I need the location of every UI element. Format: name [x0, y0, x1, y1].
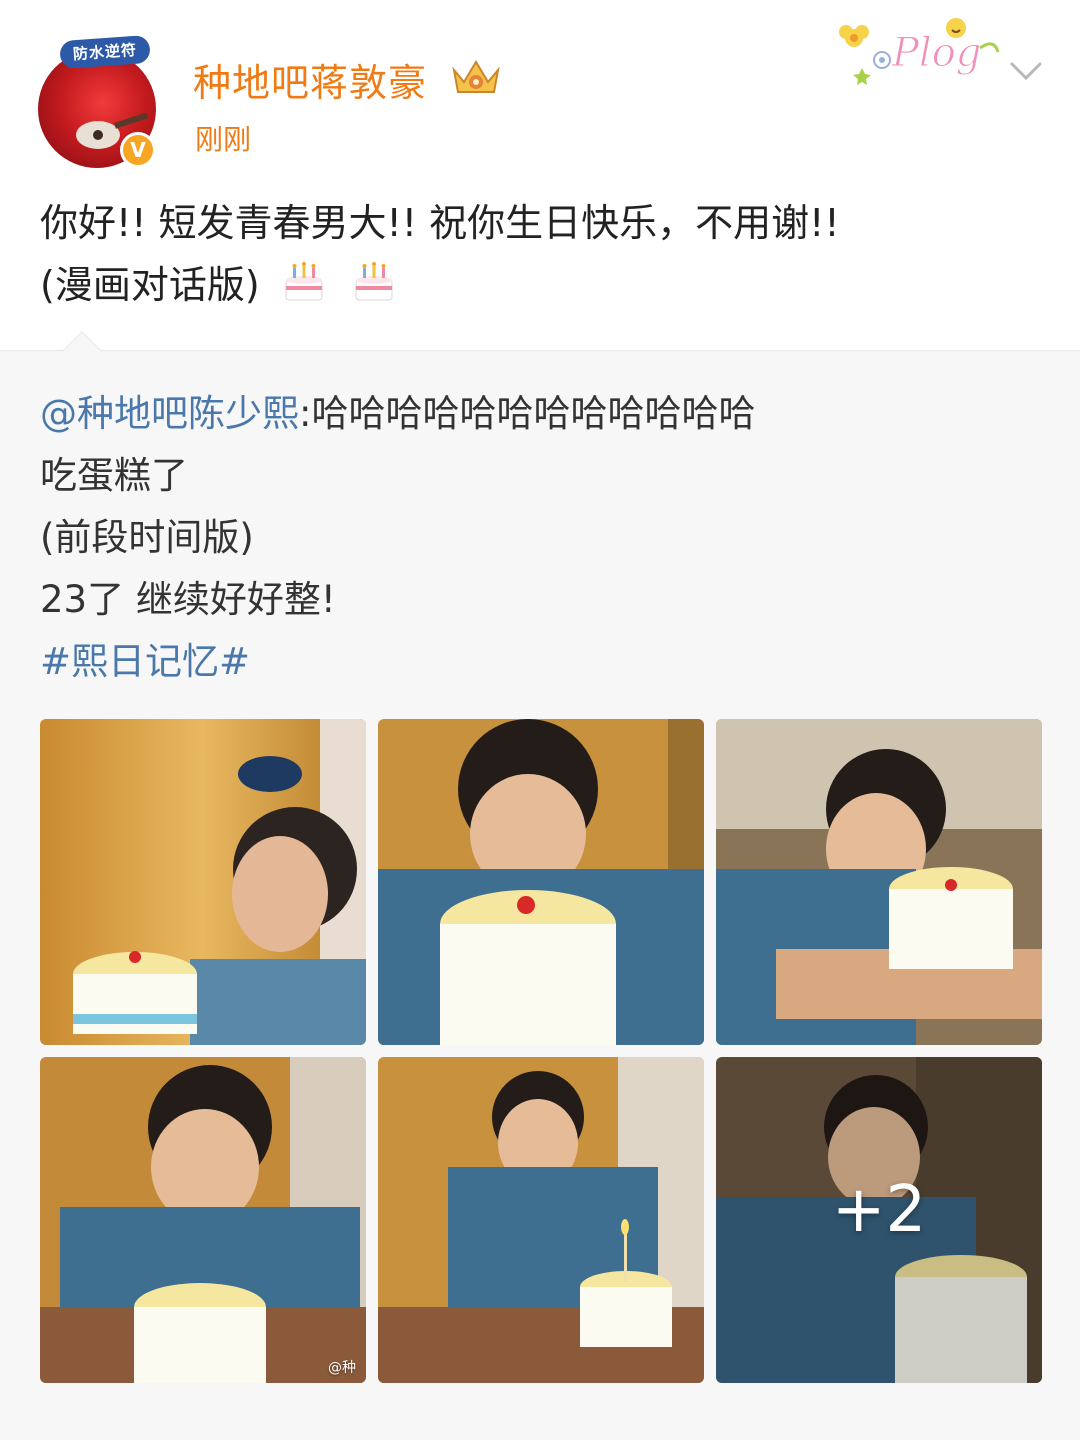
verified-icon: V	[120, 132, 156, 168]
plog-sticker-icon: Plog	[839, 18, 1000, 85]
hashtag-link[interactable]: #熙日记忆#	[40, 631, 1050, 693]
crown-icon[interactable]	[450, 56, 502, 98]
photo-6[interactable]: +2	[716, 1057, 1042, 1383]
more-photos-count[interactable]: +2	[716, 1057, 1042, 1383]
repost-line4: 23了 继续好好整!	[40, 578, 336, 621]
photo-grid: @种 +2	[40, 719, 1042, 1385]
repost-line3: (前段时间版)	[40, 516, 254, 559]
post-text-line2-row: (漫画对话版)	[40, 254, 1050, 316]
repost-block[interactable]: @种地吧陈少熙:哈哈哈哈哈哈哈哈哈哈哈哈 吃蛋糕了 (前段时间版) 23了 继续…	[0, 331, 1080, 1440]
photo-watermark: @种	[328, 1360, 356, 1376]
post-content: 你好!! 短发青春男大!! 祝你生日快乐，不用谢!! (漫画对话版)	[40, 192, 1050, 316]
chevron-down-icon[interactable]	[1006, 56, 1046, 86]
repost-content: @种地吧陈少熙:哈哈哈哈哈哈哈哈哈哈哈哈 吃蛋糕了 (前段时间版) 23了 继续…	[40, 383, 1050, 693]
post-text-line2: (漫画对话版)	[40, 263, 260, 307]
repost-line1: @种地吧陈少熙:哈哈哈哈哈哈哈哈哈哈哈哈	[40, 383, 1050, 445]
photo-2[interactable]	[378, 719, 704, 1045]
repost-line2: 吃蛋糕了	[40, 454, 188, 497]
mention-link[interactable]: @种地吧陈少熙	[40, 392, 299, 435]
photo-5[interactable]	[378, 1057, 704, 1383]
cake-emoji-icon	[355, 262, 393, 301]
photo-4[interactable]: @种	[40, 1057, 366, 1383]
repost-line1-text: :哈哈哈哈哈哈哈哈哈哈哈哈	[299, 392, 756, 435]
photo-1[interactable]	[40, 719, 366, 1045]
cake-emoji-icon	[285, 262, 323, 301]
avatar[interactable]: 防水逆符 V	[38, 34, 158, 168]
weibo-post: 防水逆符 V 种地吧蒋敦豪 刚刚 Plog 你好!! 短发青春男大!! 祝你生日…	[0, 0, 1080, 350]
photo-3[interactable]	[716, 719, 1042, 1045]
post-text-line1: 你好!! 短发青春男大!! 祝你生日快乐，不用谢!!	[40, 201, 840, 245]
username[interactable]: 种地吧蒋敦豪	[193, 52, 427, 107]
avatar-tag: 防水逆符	[59, 34, 151, 70]
plog-text: Plog	[891, 30, 981, 76]
post-timestamp: 刚刚	[195, 123, 252, 156]
